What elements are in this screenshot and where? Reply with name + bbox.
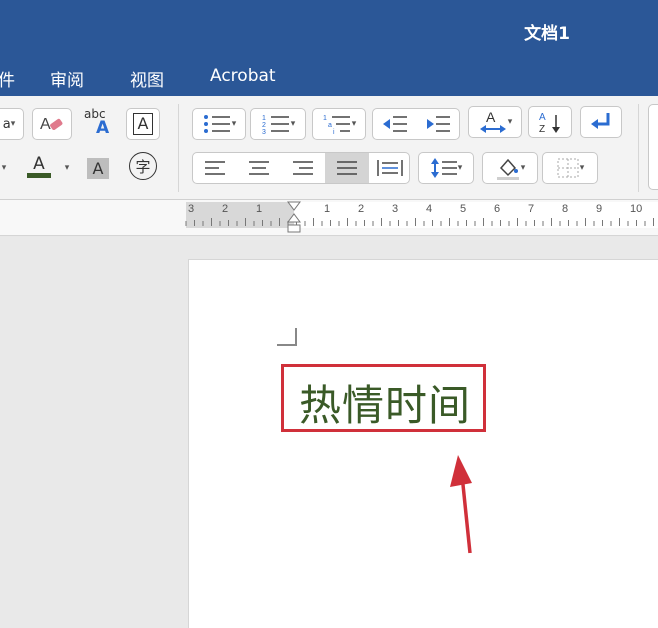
alignment-group	[192, 152, 410, 184]
align-left-icon	[205, 161, 225, 175]
spelling-button[interactable]: abc A	[80, 106, 118, 138]
sort-icon: A Z	[539, 112, 560, 135]
ruler-label: 3	[188, 203, 195, 215]
document-title: 文档1	[524, 24, 570, 44]
bullets-button[interactable]: ▾	[192, 108, 246, 140]
shading-button[interactable]: ▾	[482, 152, 538, 184]
svg-text:1: 1	[262, 115, 266, 122]
ruler-label: 10	[630, 203, 643, 215]
svg-text:1: 1	[323, 115, 327, 122]
svg-text:2: 2	[262, 122, 266, 129]
ribbon-separator	[178, 104, 179, 192]
numbering-button[interactable]: 1 2 3 ▾	[250, 108, 306, 140]
red-arrow-annotation	[450, 455, 472, 554]
ruler-label: 7	[528, 203, 535, 215]
return-arrow-icon	[591, 113, 610, 129]
font-color-icon: A	[27, 156, 51, 178]
text-box-icon: A	[132, 113, 154, 135]
ruler-label: 1	[256, 203, 263, 215]
svg-text:i: i	[333, 129, 335, 135]
eraser-icon: A	[40, 116, 63, 133]
distributed-button[interactable]	[369, 153, 411, 183]
align-center-icon	[249, 161, 269, 175]
text-direction-button[interactable]: A ▾	[468, 106, 522, 138]
ruler: 3 2 1 1 2 3 4 5 6 7 8 9 10	[0, 200, 658, 236]
ruler-label: 2	[358, 203, 365, 215]
justify-icon	[337, 161, 357, 175]
document-page[interactable]: 热情时间	[188, 259, 658, 628]
font-color-button[interactable]: A	[20, 151, 58, 183]
svg-text:A: A	[486, 109, 496, 125]
prev-dropdown[interactable]: ▾	[0, 152, 12, 184]
ruler-label: 2	[222, 203, 229, 215]
text-box-button[interactable]: A	[126, 108, 160, 140]
margin-corner-mark	[277, 328, 297, 346]
character-shading-button[interactable]: A	[84, 152, 112, 184]
spell-check-icon: abc A	[84, 107, 110, 138]
ruler-label: 9	[596, 203, 603, 215]
clear-format-button[interactable]: A	[32, 108, 72, 140]
font-color-dropdown[interactable]: ▾	[60, 152, 74, 184]
change-case-button[interactable]: a ▾	[0, 108, 24, 140]
ruler-label: 6	[494, 203, 501, 215]
ruler-label: 3	[392, 203, 399, 215]
paint-bucket-icon	[496, 158, 519, 180]
ruler-label: 4	[426, 203, 433, 215]
indent-group	[372, 108, 460, 140]
shading-icon: A	[86, 157, 110, 179]
tab-view[interactable]: 视图	[130, 66, 164, 91]
svg-text:A: A	[40, 116, 51, 133]
align-center-button[interactable]	[237, 153, 281, 183]
bullet-list-icon	[203, 115, 230, 133]
font-color-swatch	[27, 173, 51, 178]
tab-review[interactable]: 审阅	[50, 66, 84, 91]
line-spacing-button[interactable]: ▾	[418, 152, 474, 184]
title-bar: 文档1	[0, 0, 658, 60]
sort-button[interactable]: A Z	[528, 106, 572, 138]
ribbon: a ▾ A abc A A ▾ A ▾ A 字 ▾ 1 2 3 ▾ 1 a i …	[0, 96, 658, 200]
svg-text:Z: Z	[539, 124, 545, 135]
numbered-list-icon: 1 2 3	[262, 115, 289, 135]
multilevel-list-button[interactable]: 1 a i ▾	[312, 108, 366, 140]
ruler-label: 1	[324, 203, 331, 215]
document-text[interactable]: 热情时间	[299, 372, 471, 433]
enclose-character-icon: 字	[129, 152, 157, 180]
align-left-button[interactable]	[193, 153, 237, 183]
justify-button[interactable]	[325, 153, 369, 183]
menu-bar: 件 审阅 视图 Acrobat	[0, 60, 658, 96]
ruler-label: 8	[562, 203, 569, 215]
show-formatting-button[interactable]	[580, 106, 622, 138]
ribbon-separator-right	[638, 104, 639, 192]
decrease-indent-icon[interactable]	[381, 114, 409, 134]
enclose-characters-button[interactable]: 字	[124, 150, 162, 182]
svg-text:3: 3	[262, 129, 266, 135]
multilevel-list-icon: 1 a i	[323, 115, 350, 135]
increase-indent-icon[interactable]	[424, 114, 452, 134]
tab-acrobat[interactable]: Acrobat	[210, 66, 276, 86]
line-spacing-icon	[430, 158, 457, 178]
distributed-icon	[377, 160, 403, 176]
borders-icon	[557, 158, 579, 178]
align-right-button[interactable]	[281, 153, 325, 183]
borders-button[interactable]: ▾	[542, 152, 598, 184]
text-direction-icon: A	[479, 109, 506, 133]
change-case-icon: a	[2, 116, 11, 132]
align-right-icon	[293, 161, 313, 175]
ruler-label: 5	[460, 203, 467, 215]
svg-text:A: A	[539, 112, 546, 123]
svg-text:a: a	[328, 122, 332, 129]
document-area: 热情时间	[0, 237, 658, 628]
tab-partial[interactable]: 件	[0, 66, 15, 91]
styles-gallery[interactable]	[648, 104, 658, 190]
